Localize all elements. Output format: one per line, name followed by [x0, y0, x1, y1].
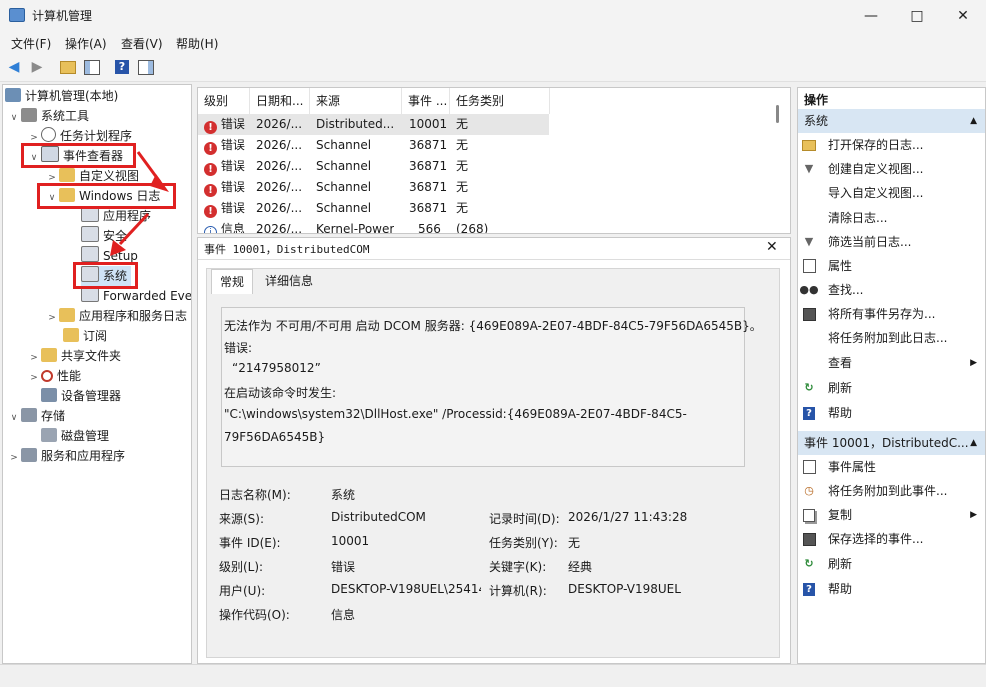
- annotation-arrows: [110, 151, 169, 256]
- arrow-to-system: [118, 212, 150, 246]
- arrowhead-icon: [110, 240, 126, 256]
- arrowhead-icon: [150, 174, 169, 192]
